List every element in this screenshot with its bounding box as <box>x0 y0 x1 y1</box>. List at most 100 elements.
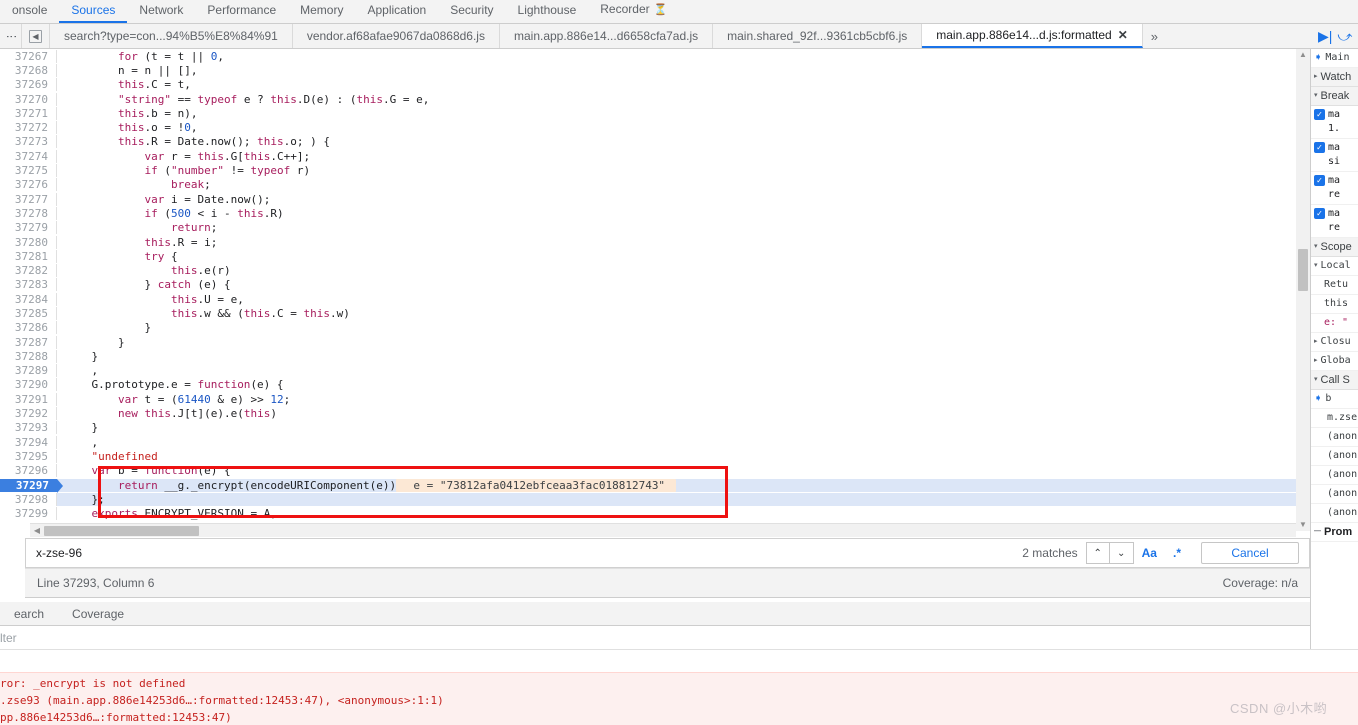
call-stack-frame[interactable]: (anon <box>1311 485 1358 504</box>
panel-tab-memory[interactable]: Memory <box>288 0 355 23</box>
call-stack-frame[interactable]: ➧ b <box>1311 390 1358 409</box>
sidebar-section-scope[interactable]: ▾ Scope <box>1311 238 1358 257</box>
chevron-icon[interactable]: ▾ <box>1314 259 1318 273</box>
scroll-down-icon[interactable]: ▼ <box>1299 519 1307 531</box>
line-number[interactable]: 37278 <box>0 206 57 220</box>
sidebar-section-breakpoints[interactable]: ▾ Break <box>1311 87 1358 106</box>
console-filter-row[interactable]: lter <box>0 626 1358 650</box>
code-line[interactable]: 37283 } catch (e) { <box>0 278 1296 292</box>
code-line[interactable]: 37298 }; <box>0 492 1296 506</box>
sidebar-section-promise[interactable]: — Prom <box>1311 523 1358 542</box>
search-cancel-button[interactable]: Cancel <box>1201 542 1299 564</box>
code-line[interactable]: 37286 } <box>0 321 1296 335</box>
breakpoint-item[interactable]: ✓ ma 1. <box>1311 106 1358 139</box>
line-number[interactable]: 37275 <box>0 164 57 178</box>
code-line[interactable]: 37297 return __g._encrypt(encodeURICompo… <box>0 478 1296 493</box>
line-number[interactable]: 37271 <box>0 106 57 120</box>
line-number[interactable]: 37277 <box>0 192 57 206</box>
code-line[interactable]: 37290 G.prototype.e = function(e) { <box>0 378 1296 392</box>
line-number[interactable]: 37295 <box>0 449 57 463</box>
code-line[interactable]: 37280 this.R = i; <box>0 235 1296 249</box>
search-prev-button[interactable]: ⌃ <box>1085 542 1110 564</box>
code-line[interactable]: 37289 , <box>0 364 1296 378</box>
code-line[interactable]: 37291 var t = (61440 & e) >> 12; <box>0 392 1296 406</box>
step-over-icon[interactable]: ⤻ <box>1337 29 1352 43</box>
line-number[interactable]: 37293 <box>0 421 57 435</box>
panel-tab-performance[interactable]: Performance <box>195 0 288 23</box>
breakpoint-item[interactable]: ✓ ma re <box>1311 205 1358 238</box>
line-number[interactable]: 37297 <box>0 478 63 493</box>
more-options-icon[interactable]: ⋮ <box>0 24 22 48</box>
scope-item[interactable]: ▸ Closu <box>1311 333 1358 352</box>
file-tab[interactable]: main.shared_92f...9361cb5cbf6.js <box>713 24 923 48</box>
line-number[interactable]: 37274 <box>0 149 57 163</box>
call-stack-frame[interactable]: (anon <box>1311 428 1358 447</box>
call-stack-frame[interactable]: m.zse <box>1311 409 1358 428</box>
sidebar-section-watch[interactable]: ▸ Watch <box>1311 68 1358 87</box>
scope-item[interactable]: this <box>1311 295 1358 314</box>
toggle-navigator-icon[interactable]: ◀ <box>22 24 50 48</box>
scroll-left-icon[interactable]: ◀ <box>30 526 44 535</box>
line-number[interactable]: 37296 <box>0 464 57 478</box>
call-stack-frame[interactable]: (anon <box>1311 504 1358 523</box>
code-line[interactable]: 37294 , <box>0 435 1296 449</box>
panel-tab-sources[interactable]: Sources <box>59 0 128 23</box>
search-input[interactable]: x-zse-96 <box>26 546 1022 560</box>
scope-item[interactable]: ▾ Local <box>1311 257 1358 276</box>
code-line[interactable]: 37272 this.o = !0, <box>0 120 1296 135</box>
line-number[interactable]: 37292 <box>0 407 57 421</box>
checkbox-icon[interactable]: ✓ <box>1314 109 1325 120</box>
drawer-tab-earch[interactable]: earch <box>0 607 58 621</box>
code-line[interactable]: 37281 try { <box>0 249 1296 263</box>
scope-item[interactable]: Retu <box>1311 276 1358 295</box>
code-line[interactable]: 37287 } <box>0 335 1296 349</box>
line-number[interactable]: 37283 <box>0 278 57 292</box>
match-case-toggle[interactable]: Aa <box>1134 546 1165 560</box>
code-line[interactable]: 37268 n = n || [], <box>0 63 1296 77</box>
code-line[interactable]: 37274 var r = this.G[this.C++]; <box>0 149 1296 163</box>
code-line[interactable]: 37285 this.w && (this.C = this.w) <box>0 306 1296 320</box>
close-icon[interactable]: ✕ <box>1118 28 1128 42</box>
call-stack-frame[interactable]: (anon <box>1311 466 1358 485</box>
panel-tab-application[interactable]: Application <box>355 0 438 23</box>
chevron-icon[interactable]: ▸ <box>1314 335 1318 349</box>
panel-tab-lighthouse[interactable]: Lighthouse <box>506 0 589 23</box>
code-line[interactable]: 37293 } <box>0 421 1296 435</box>
checkbox-icon[interactable]: ✓ <box>1314 142 1325 153</box>
line-number[interactable]: 37282 <box>0 264 57 278</box>
source-code-editor[interactable]: 37267 for (t = t || 0, 37268 n = n || [],… <box>0 49 1296 531</box>
line-number[interactable]: 37294 <box>0 435 57 449</box>
code-line[interactable]: 37271 this.b = n), <box>0 106 1296 120</box>
code-line[interactable]: 37267 for (t = t || 0, <box>0 49 1296 63</box>
vertical-scroll-thumb[interactable] <box>1298 249 1308 291</box>
panel-tab-recorder[interactable]: Recorder ⏳ <box>588 0 679 23</box>
panel-tab-network[interactable]: Network <box>127 0 195 23</box>
line-number[interactable]: 37298 <box>0 492 57 506</box>
line-number[interactable]: 37281 <box>0 249 57 263</box>
sidebar-section-call-stack[interactable]: ▾ Call S <box>1311 371 1358 390</box>
code-line[interactable]: 37269 this.C = t, <box>0 78 1296 92</box>
line-number[interactable]: 37268 <box>0 63 57 77</box>
search-next-button[interactable]: ⌄ <box>1109 542 1134 564</box>
line-number[interactable]: 37272 <box>0 121 57 135</box>
line-number[interactable]: 37285 <box>0 306 57 320</box>
code-line[interactable]: 37275 if ("number" != typeof r) <box>0 163 1296 178</box>
line-number[interactable]: 37286 <box>0 321 57 335</box>
code-line[interactable]: 37288 } <box>0 349 1296 363</box>
line-number[interactable]: 37290 <box>0 378 57 392</box>
file-tab[interactable]: main.app.886e14...d.js:formatted ✕ <box>922 24 1143 48</box>
horizontal-scroll-thumb[interactable] <box>44 525 199 536</box>
scroll-up-icon[interactable]: ▲ <box>1299 49 1307 61</box>
more-tabs-button[interactable]: » <box>1143 24 1166 48</box>
line-number[interactable]: 37269 <box>0 78 57 92</box>
code-line[interactable]: 37279 return; <box>0 221 1296 235</box>
checkbox-icon[interactable]: ✓ <box>1314 175 1325 186</box>
code-line[interactable]: 37295 "undefined <box>0 449 1296 463</box>
scope-item[interactable]: ▸ Globa <box>1311 352 1358 371</box>
panel-tab-security[interactable]: Security <box>438 0 505 23</box>
code-line[interactable]: 37282 this.e(r) <box>0 263 1296 278</box>
code-line[interactable]: 37284 this.U = e, <box>0 292 1296 306</box>
scope-item[interactable]: e: " <box>1311 314 1358 333</box>
line-number[interactable]: 37279 <box>0 221 57 235</box>
code-line[interactable]: 37292 new this.J[t](e).e(this) <box>0 406 1296 421</box>
